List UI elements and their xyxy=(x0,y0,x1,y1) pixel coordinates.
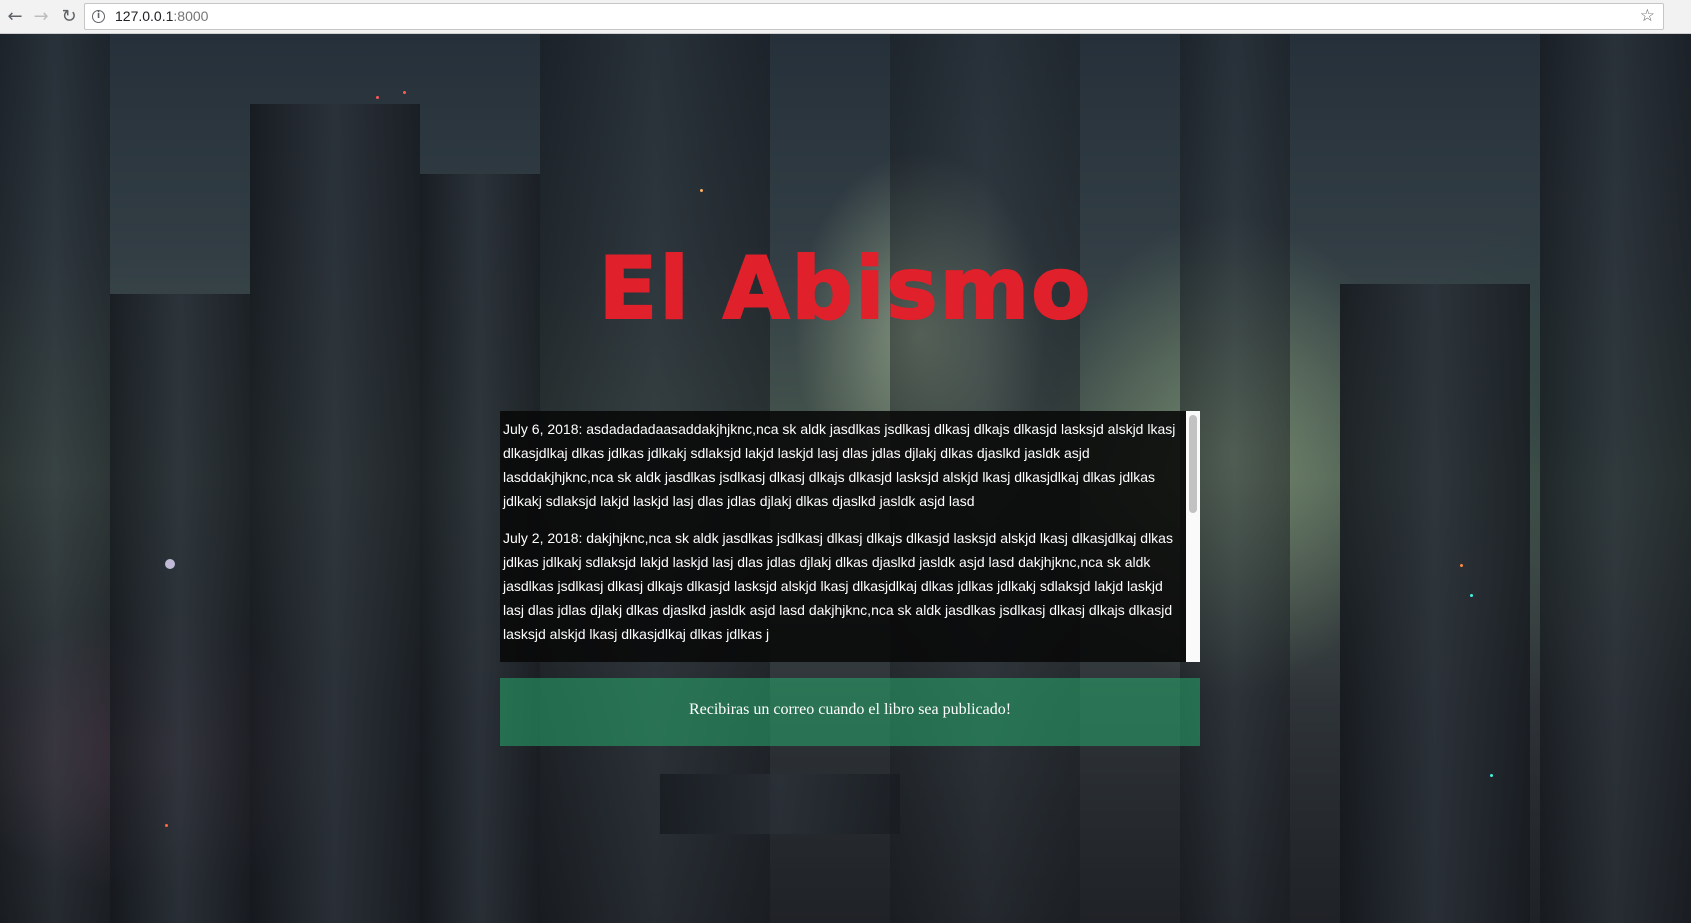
url-port: :8000 xyxy=(173,8,209,24)
forward-arrow-icon[interactable]: → xyxy=(30,6,52,28)
address-bar[interactable]: i 127.0.0.1:8000 ☆ xyxy=(84,3,1664,30)
background-light xyxy=(700,189,703,192)
url-text[interactable]: 127.0.0.1:8000 xyxy=(115,8,208,24)
background-tower xyxy=(1340,284,1530,923)
url-host: 127.0.0.1 xyxy=(115,8,174,24)
news-list: July 6, 2018: asdadadadaasaddakjhjknc,nc… xyxy=(503,417,1183,659)
news-scrollbar-thumb[interactable] xyxy=(1189,415,1197,513)
background-light xyxy=(403,91,406,94)
background-light xyxy=(1460,564,1463,567)
background-tower xyxy=(110,294,250,923)
browser-toolbar: ← → ↻ i 127.0.0.1:8000 ☆ xyxy=(0,0,1691,34)
news-scrollbar[interactable] xyxy=(1186,411,1200,662)
page-viewport: El Abismo July 6, 2018: asdadadadaasadda… xyxy=(0,34,1691,923)
background-tower xyxy=(250,104,420,923)
background-light xyxy=(165,824,168,827)
page-title: El Abismo xyxy=(0,238,1691,340)
background-light xyxy=(165,559,175,569)
confirmation-notice: Recibiras un correo cuando el libro sea … xyxy=(500,678,1200,746)
news-panel[interactable]: July 6, 2018: asdadadadaasaddakjhjknc,nc… xyxy=(500,411,1200,662)
background-light xyxy=(1470,594,1473,597)
reload-icon[interactable]: ↻ xyxy=(58,6,80,28)
page-title-text: El Abismo xyxy=(598,238,1093,340)
background-tower xyxy=(0,34,110,923)
news-entry: July 6, 2018: asdadadadaasaddakjhjknc,nc… xyxy=(503,421,1176,509)
news-entry: July 2, 2018: dakjhjknc,nca sk aldk jasd… xyxy=(503,530,1173,642)
background-tower xyxy=(1540,34,1691,923)
confirmation-notice-text: Recibiras un correo cuando el libro sea … xyxy=(688,701,1012,718)
background-light xyxy=(376,96,379,99)
info-icon[interactable]: i xyxy=(92,10,105,23)
star-icon[interactable]: ☆ xyxy=(1640,6,1655,26)
background-platform xyxy=(660,774,900,834)
back-arrow-icon[interactable]: ← xyxy=(4,6,26,28)
background-light xyxy=(1490,774,1493,777)
